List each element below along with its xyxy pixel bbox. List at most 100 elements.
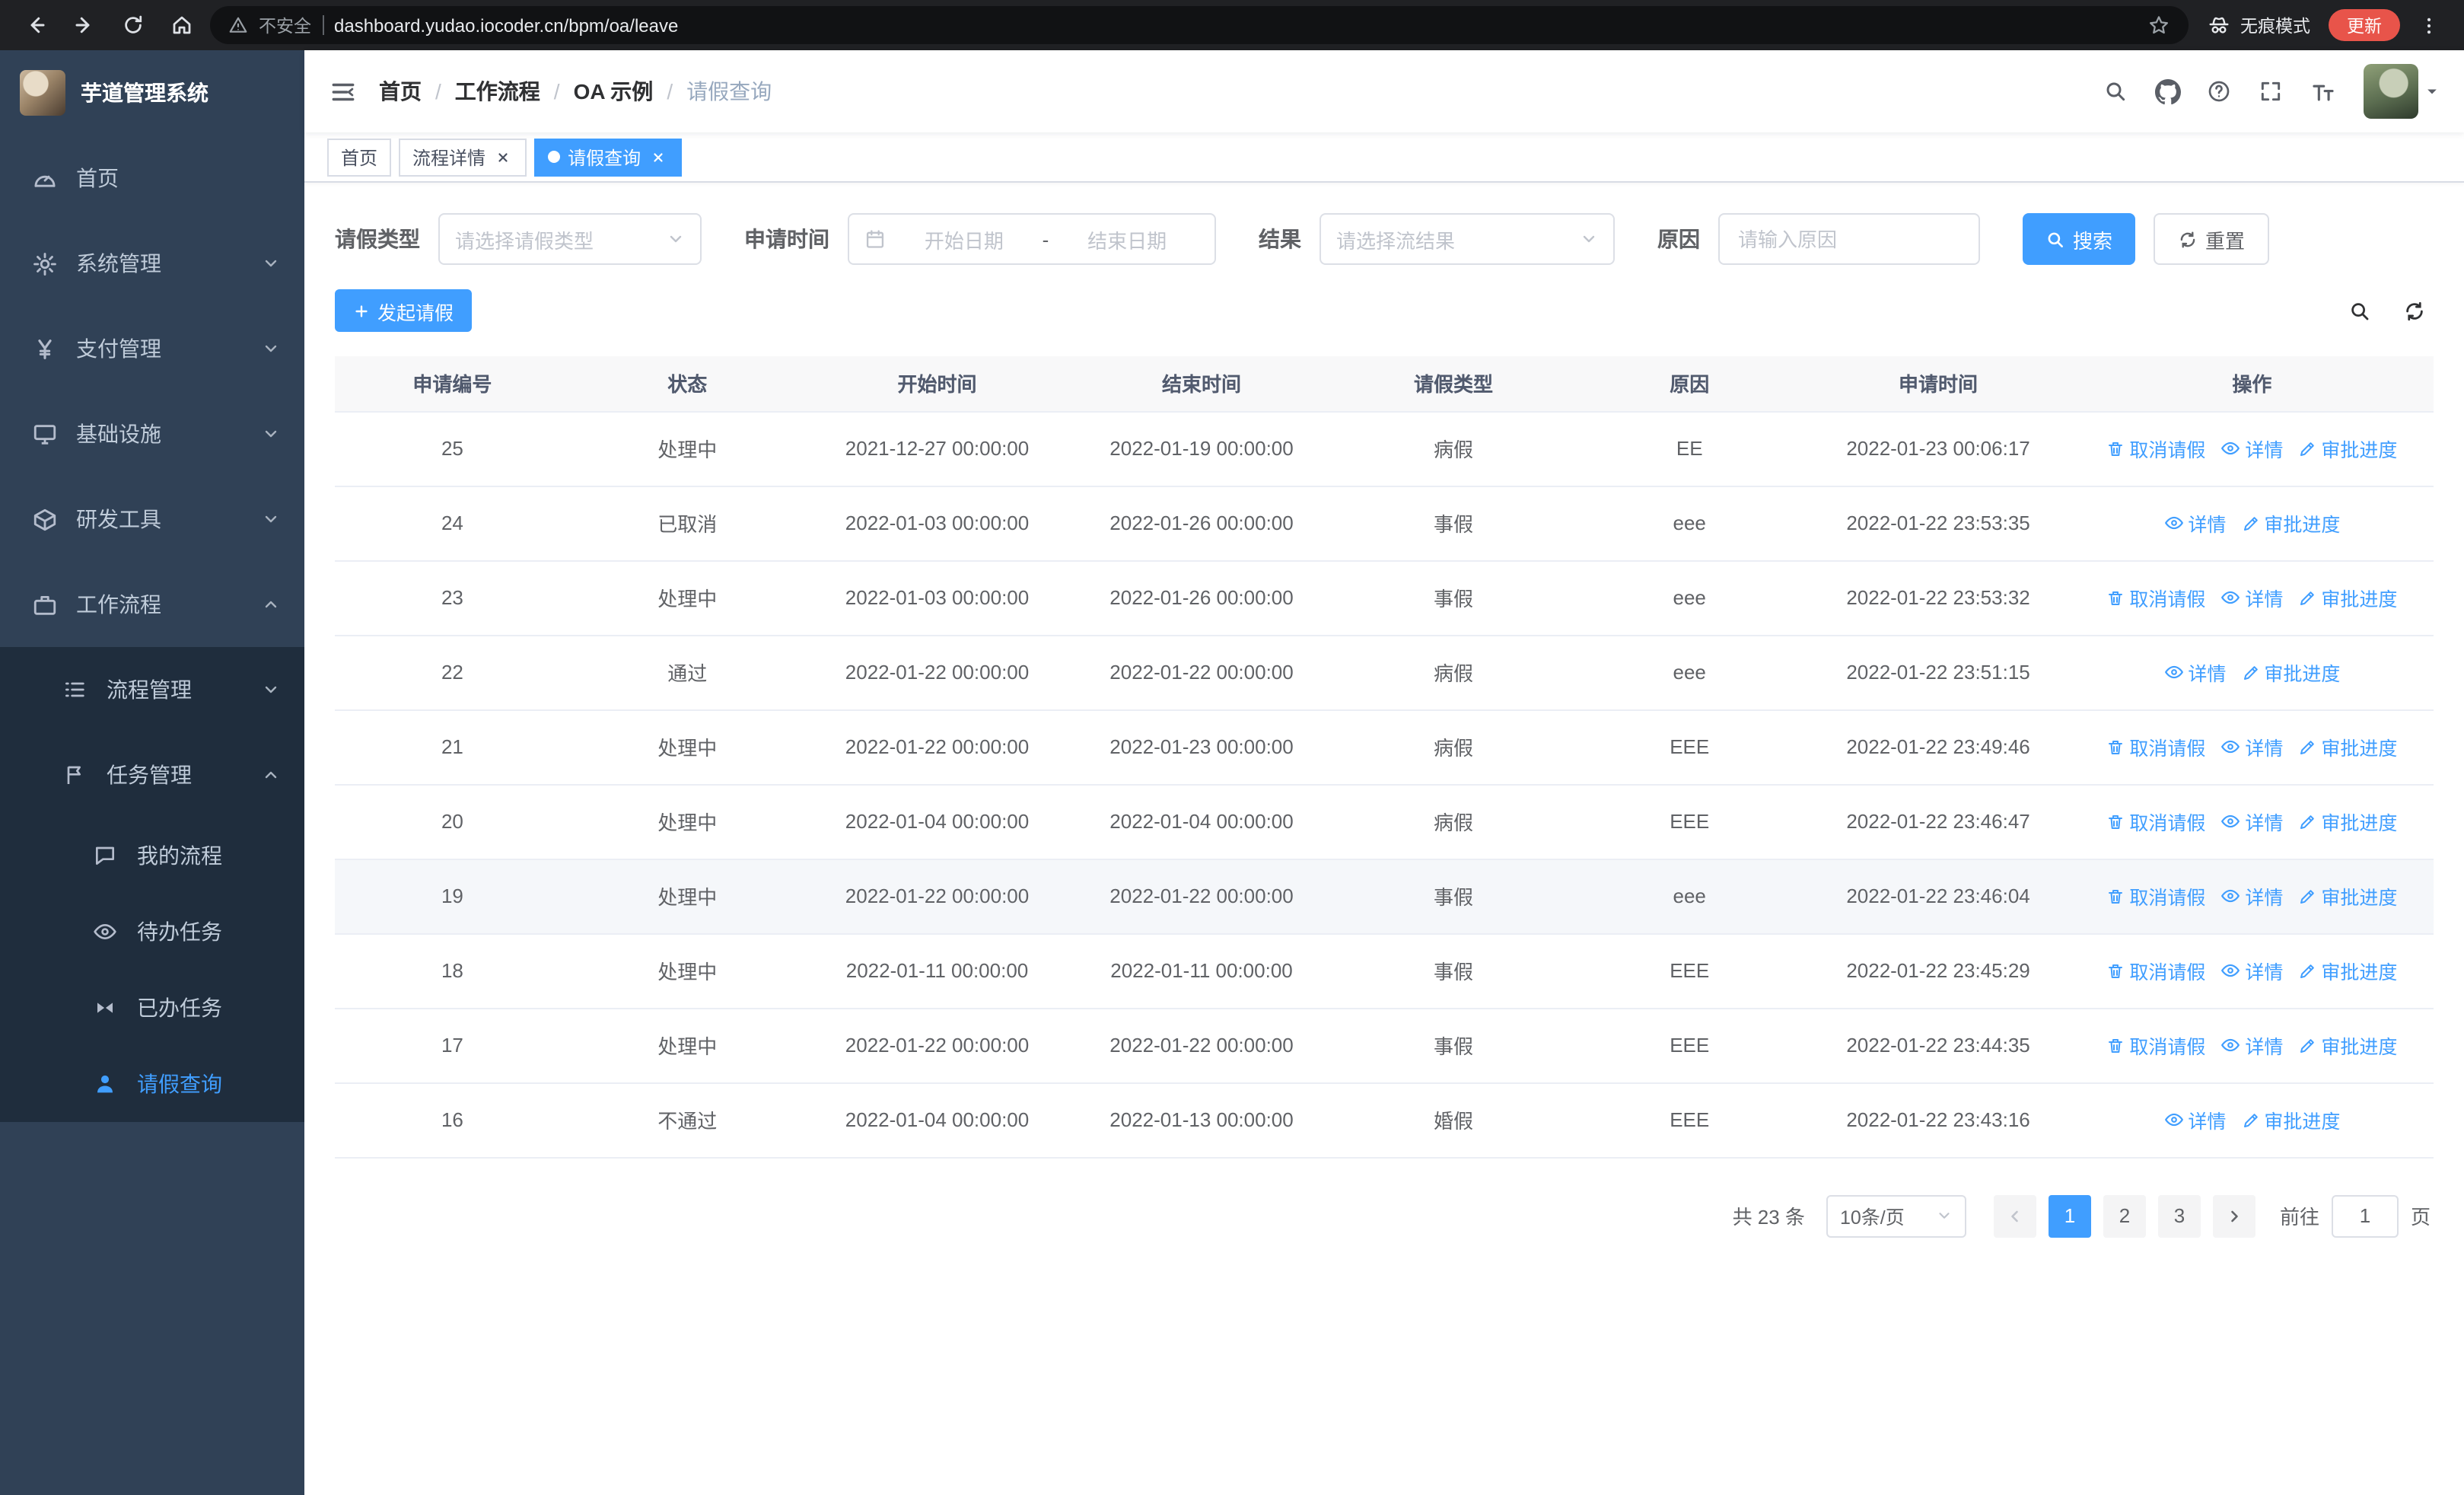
detail-link[interactable]: 详情 bbox=[2220, 807, 2283, 836]
forward-button[interactable] bbox=[64, 5, 103, 45]
reset-button[interactable]: 重置 bbox=[2154, 213, 2270, 265]
sidebar-item-my-process[interactable]: 我的流程 bbox=[0, 818, 304, 894]
sidebar-toggle-button[interactable] bbox=[329, 77, 358, 106]
browser-menu-button[interactable] bbox=[2409, 5, 2449, 45]
user-menu[interactable] bbox=[2364, 64, 2440, 119]
sidebar-item-devtools[interactable]: 研发工具 bbox=[0, 477, 304, 562]
fullscreen-button[interactable] bbox=[2248, 69, 2294, 114]
sidebar-item-done-tasks[interactable]: 已办任务 bbox=[0, 970, 304, 1046]
cell-status: 已取消 bbox=[569, 486, 805, 561]
tab-leave-query[interactable]: 请假查询 bbox=[534, 138, 683, 176]
detail-link[interactable]: 详情 bbox=[2163, 1105, 2226, 1134]
page-button-1[interactable]: 1 bbox=[2048, 1194, 2091, 1237]
detail-link[interactable]: 详情 bbox=[2220, 881, 2283, 910]
help-button[interactable] bbox=[2196, 69, 2242, 114]
progress-link[interactable]: 审批进度 bbox=[2241, 658, 2340, 687]
goto-page-input[interactable] bbox=[2331, 1194, 2399, 1237]
security-label[interactable]: 不安全 bbox=[259, 13, 311, 37]
result-select[interactable]: 请选择流结果 bbox=[1320, 213, 1615, 265]
github-button[interactable] bbox=[2144, 69, 2190, 114]
detail-link[interactable]: 详情 bbox=[2163, 658, 2226, 687]
cancel-leave-link[interactable]: 取消请假 bbox=[2106, 1031, 2205, 1060]
progress-link[interactable]: 审批进度 bbox=[2298, 881, 2397, 910]
progress-link[interactable]: 审批进度 bbox=[2241, 508, 2340, 537]
progress-link[interactable]: 审批进度 bbox=[2298, 732, 2397, 761]
page-button-3[interactable]: 3 bbox=[2157, 1194, 2201, 1237]
detail-link[interactable]: 详情 bbox=[2163, 508, 2226, 537]
font-size-button[interactable] bbox=[2300, 69, 2345, 114]
edit-icon bbox=[2243, 1113, 2258, 1127]
address-bar[interactable]: 不安全 dashboard.yudao.iocoder.cn/bpm/oa/le… bbox=[210, 6, 2189, 44]
apply-time-range-picker[interactable]: 开始日期 - 结束日期 bbox=[848, 213, 1216, 265]
sidebar-item-leave-query[interactable]: 请假查询 bbox=[0, 1046, 304, 1122]
progress-link[interactable]: 审批进度 bbox=[2241, 1105, 2340, 1134]
sidebar-item-process-mgmt[interactable]: 流程管理 bbox=[0, 647, 304, 732]
reason-input[interactable] bbox=[1718, 213, 1980, 265]
cancel-leave-link[interactable]: 取消请假 bbox=[2106, 807, 2205, 836]
trash-icon bbox=[2109, 1038, 2123, 1052]
back-button[interactable] bbox=[15, 5, 55, 45]
sidebar-item-label: 研发工具 bbox=[76, 507, 161, 531]
progress-link[interactable]: 审批进度 bbox=[2298, 1031, 2397, 1060]
cancel-leave-link[interactable]: 取消请假 bbox=[2106, 434, 2205, 463]
cancel-leave-link[interactable]: 取消请假 bbox=[2106, 583, 2205, 612]
leave-type-select[interactable]: 请选择请假类型 bbox=[438, 213, 702, 265]
cell-end-time: 2022-01-22 00:00:00 bbox=[1069, 1008, 1334, 1083]
trash-icon bbox=[2109, 591, 2123, 604]
breadcrumb-home[interactable]: 首页 bbox=[379, 76, 422, 107]
header-search-button[interactable] bbox=[2093, 69, 2138, 114]
table-row: 20 处理中 2022-01-04 00:00:00 2022-01-04 00:00… bbox=[335, 784, 2434, 859]
trash-icon bbox=[2109, 814, 2123, 828]
op-label: 审批进度 bbox=[2321, 888, 2398, 909]
toggle-search-button[interactable] bbox=[2339, 291, 2379, 330]
cancel-leave-link[interactable]: 取消请假 bbox=[2106, 956, 2205, 985]
url-text[interactable]: dashboard.yudao.iocoder.cn/bpm/oa/leave bbox=[334, 14, 2137, 36]
progress-link[interactable]: 审批进度 bbox=[2298, 434, 2397, 463]
prev-page-button[interactable] bbox=[1993, 1194, 2036, 1237]
op-label: 审批进度 bbox=[2321, 738, 2398, 760]
progress-link[interactable]: 审批进度 bbox=[2298, 807, 2397, 836]
page-button-2[interactable]: 2 bbox=[2103, 1194, 2146, 1237]
close-icon[interactable] bbox=[648, 147, 668, 167]
page-size-select[interactable]: 10条/页 bbox=[1826, 1194, 1966, 1237]
tab-process-detail[interactable]: 流程详情 bbox=[399, 138, 527, 176]
sidebar-item-infrastructure[interactable]: 基础设施 bbox=[0, 391, 304, 477]
sidebar-item-workflow[interactable]: 工作流程 bbox=[0, 562, 304, 647]
create-leave-button[interactable]: 发起请假 bbox=[335, 289, 473, 332]
breadcrumb-workflow[interactable]: 工作流程 bbox=[455, 76, 540, 107]
home-button[interactable] bbox=[161, 5, 201, 45]
bookmark-star-icon[interactable] bbox=[2147, 14, 2170, 37]
sidebar-item-home[interactable]: 首页 bbox=[0, 135, 304, 221]
progress-link[interactable]: 审批进度 bbox=[2298, 956, 2397, 985]
sidebar-item-payment[interactable]: 支付管理 bbox=[0, 306, 304, 391]
cancel-leave-link[interactable]: 取消请假 bbox=[2106, 732, 2205, 761]
table-toolbar: 发起请假 bbox=[335, 289, 2434, 332]
update-button[interactable]: 更新 bbox=[2329, 9, 2400, 41]
reload-button[interactable] bbox=[113, 5, 152, 45]
refresh-table-button[interactable] bbox=[2394, 291, 2434, 330]
next-page-button[interactable] bbox=[2212, 1194, 2255, 1237]
cancel-leave-link[interactable]: 取消请假 bbox=[2106, 881, 2205, 910]
detail-link[interactable]: 详情 bbox=[2220, 956, 2283, 985]
table-row: 23 处理中 2022-01-03 00:00:00 2022-01-26 00:00… bbox=[335, 560, 2434, 636]
sidebar-item-todo-tasks[interactable]: 待办任务 bbox=[0, 894, 304, 970]
breadcrumb-oa-example[interactable]: OA 示例 bbox=[574, 76, 654, 107]
progress-link[interactable]: 审批进度 bbox=[2298, 583, 2397, 612]
app-logo: 芋道管理系统 bbox=[0, 50, 304, 135]
sidebar-item-system[interactable]: 系统管理 bbox=[0, 221, 304, 306]
chevron-down-icon bbox=[1583, 235, 1595, 243]
reload-icon bbox=[124, 15, 142, 33]
chevron-down-icon bbox=[1939, 1213, 1950, 1219]
edit-icon bbox=[2300, 1038, 2315, 1052]
search-button[interactable]: 搜索 bbox=[2023, 213, 2136, 265]
detail-link[interactable]: 详情 bbox=[2220, 583, 2283, 612]
close-icon[interactable] bbox=[493, 147, 513, 167]
cell-apply-id: 19 bbox=[335, 859, 570, 934]
detail-link[interactable]: 详情 bbox=[2220, 732, 2283, 761]
detail-link[interactable]: 详情 bbox=[2220, 434, 2283, 463]
op-label: 取消请假 bbox=[2129, 1037, 2206, 1058]
op-label: 详情 bbox=[2245, 813, 2284, 834]
sidebar-item-task-mgmt[interactable]: 任务管理 bbox=[0, 732, 304, 818]
detail-link[interactable]: 详情 bbox=[2220, 1031, 2283, 1060]
tab-home[interactable]: 首页 bbox=[327, 138, 392, 176]
